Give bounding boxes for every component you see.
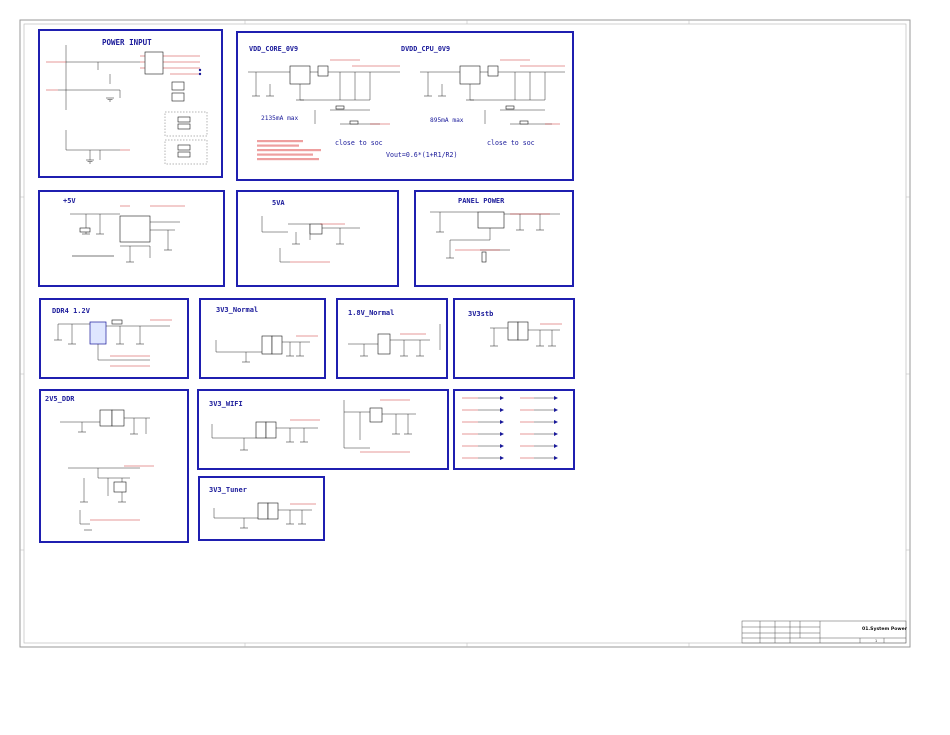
dvdd-cpu-note: close to soc <box>487 139 535 147</box>
vdd-core-title: VDD_CORE_0V9 <box>249 45 298 53</box>
2v5-ddr-title: 2V5_DDR <box>45 395 75 403</box>
design-notes-red <box>257 140 321 161</box>
block-3v3-normal: 3V3_Normal <box>199 298 326 379</box>
block-power-input: POWER INPUT <box>38 29 223 178</box>
block-plus5v: +5V <box>38 190 225 287</box>
block-3v3stb: 3V3stb <box>453 298 575 379</box>
3v3-wifi-title: 3V3_WIFI <box>209 400 243 408</box>
schematic-sheet: POWER INPUT VDD_CORE_0V9 DVDD_CPU_0V9 21… <box>19 19 911 648</box>
block-3v3-wifi: 3V3_WIFI <box>197 389 449 470</box>
block-vdd-core-dvdd-cpu: VDD_CORE_0V9 DVDD_CPU_0V9 2135mA max 895… <box>236 31 574 181</box>
frame-zone-ticks <box>20 20 910 647</box>
ddr4-title: DDR4 1.2V <box>52 307 91 315</box>
dvdd-cpu-title: DVDD_CPU_0V9 <box>401 45 450 53</box>
plus5v-title: +5V <box>63 197 76 205</box>
dvdd-cpu-current: 895mA max <box>430 117 464 124</box>
3v3-normal-title: 3V3_Normal <box>216 306 258 314</box>
5va-title: 5VA <box>272 199 285 207</box>
3v3-tuner-title: 3V3_Tuner <box>209 486 247 494</box>
block-3v3-tuner: 3V3_Tuner <box>198 476 325 541</box>
3v3stb-title: 3V3stb <box>468 310 493 318</box>
block-2v5-ddr: 2V5_DDR <box>39 389 189 543</box>
block-1v8-normal: 1.8V_Normal <box>336 298 448 379</box>
vout-formula: Vout=0.6*(1+R1/R2) <box>386 151 457 159</box>
block-net-aliases <box>453 389 575 470</box>
vdd-core-current: 2135mA max <box>261 115 299 122</box>
title-block: 01.System Power 1 <box>741 620 908 644</box>
panel-power-title: PANEL POWER <box>458 197 505 205</box>
sheet-page-number: 1 <box>875 639 877 643</box>
sheet-inner-border <box>23 23 907 644</box>
1v8-normal-title: 1.8V_Normal <box>348 309 394 317</box>
sheet-outer-border <box>19 19 911 648</box>
block-panel-power: PANEL POWER <box>414 190 574 287</box>
sheet-title: 01.System Power <box>862 626 908 632</box>
block-5va: 5VA <box>236 190 399 287</box>
block-ddr4-1v2: DDR4 1.2V <box>39 298 189 379</box>
power-input-title: POWER INPUT <box>102 38 152 47</box>
vdd-core-note: close to soc <box>335 139 383 147</box>
